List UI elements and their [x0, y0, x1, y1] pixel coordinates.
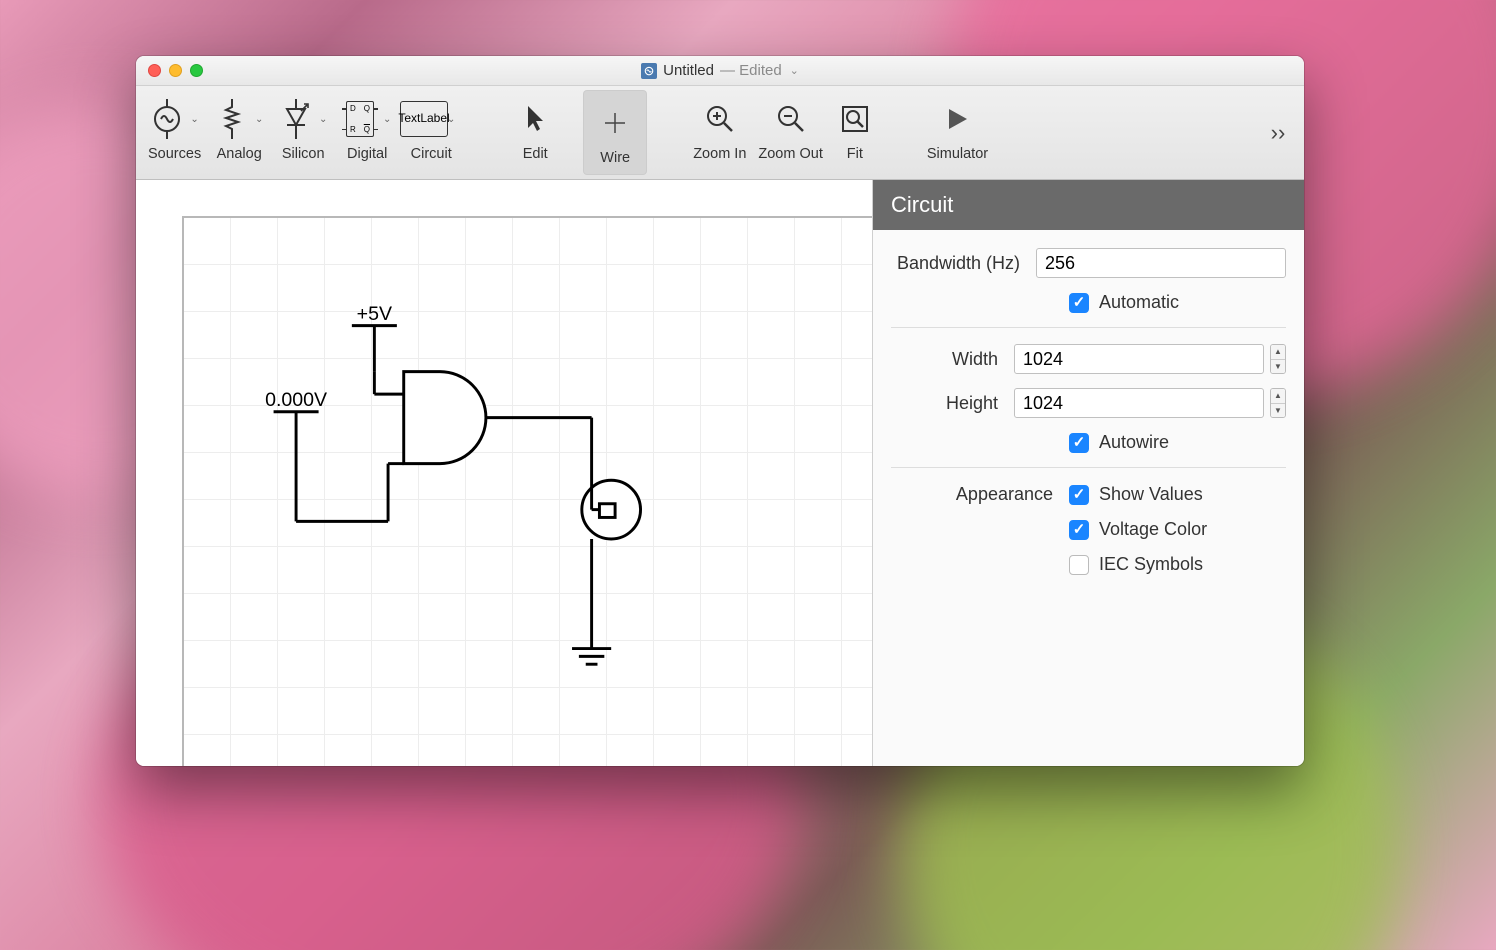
document-icon: [641, 63, 657, 79]
zoom-out-icon: [774, 102, 808, 136]
cursor-icon: [518, 102, 552, 136]
analog-label: Analog: [217, 146, 262, 162]
wire-button[interactable]: Wire: [583, 90, 647, 175]
fit-button[interactable]: Fit: [829, 86, 881, 179]
text-label-icon: TextLabel: [407, 102, 441, 136]
circuit-diagram: +5V 0.000V: [184, 218, 872, 766]
chip-icon: D Q R Q: [343, 102, 377, 136]
meter-label: 0.000V: [265, 389, 327, 411]
iec-label: IEC Symbols: [1099, 554, 1203, 575]
inspector-panel: Circuit Bandwidth (Hz) Automatic: [872, 180, 1304, 766]
bandwidth-label: Bandwidth (Hz): [891, 253, 1036, 274]
play-icon: [940, 102, 974, 136]
show-values-checkbox[interactable]: [1069, 485, 1089, 505]
zoom-out-button[interactable]: Zoom Out: [752, 86, 828, 179]
chevron-down-icon: ⌄: [190, 114, 198, 125]
title-dropdown-icon[interactable]: ⌄: [790, 64, 799, 77]
automatic-label: Automatic: [1099, 292, 1179, 313]
width-input[interactable]: [1014, 344, 1264, 374]
toolbar-overflow-button[interactable]: ››: [1258, 86, 1298, 179]
close-button[interactable]: [148, 64, 161, 77]
digital-label: Digital: [347, 146, 387, 162]
app-window: Untitled — Edited ⌄ ⌄ Sources ⌄ Analog: [136, 56, 1304, 766]
automatic-checkbox[interactable]: [1069, 293, 1089, 313]
voltage-color-checkbox[interactable]: [1069, 520, 1089, 540]
digital-button[interactable]: D Q R Q ⌄ Digital: [335, 86, 399, 179]
chevron-down-icon: ⌄: [447, 114, 455, 125]
height-stepper[interactable]: ▲▼: [1270, 388, 1286, 418]
chevron-down-icon: ⌄: [255, 114, 263, 125]
zoom-out-label: Zoom Out: [758, 146, 822, 162]
minimize-button[interactable]: [169, 64, 182, 77]
autowire-checkbox[interactable]: [1069, 433, 1089, 453]
chevron-double-right-icon: ››: [1271, 120, 1286, 146]
autowire-label: Autowire: [1099, 432, 1169, 453]
maximize-button[interactable]: [190, 64, 203, 77]
simulator-label: Simulator: [927, 146, 988, 162]
canvas[interactable]: +5V 0.000V: [136, 180, 872, 766]
circuit-button[interactable]: TextLabel ⌄ Circuit: [399, 86, 463, 179]
canvas-grid: +5V 0.000V: [182, 216, 872, 766]
zoom-fit-icon: [838, 102, 872, 136]
width-stepper[interactable]: ▲▼: [1270, 344, 1286, 374]
chevron-down-icon: ⌄: [383, 114, 391, 125]
document-status: — Edited: [720, 62, 782, 79]
silicon-button[interactable]: ⌄ Silicon: [271, 86, 335, 179]
analog-button[interactable]: ⌄ Analog: [207, 86, 271, 179]
edit-button[interactable]: Edit: [503, 86, 567, 179]
silicon-label: Silicon: [282, 146, 325, 162]
content-area: +5V 0.000V: [136, 180, 1304, 766]
zoom-in-button[interactable]: Zoom In: [687, 86, 752, 179]
iec-checkbox[interactable]: [1069, 555, 1089, 575]
resistor-icon: [215, 102, 249, 136]
document-title: Untitled: [663, 62, 714, 79]
simulator-button[interactable]: Simulator: [921, 86, 994, 179]
circuit-label: Circuit: [411, 146, 452, 162]
wire-label: Wire: [600, 150, 630, 166]
titlebar: Untitled — Edited ⌄: [136, 56, 1304, 86]
toolbar: ⌄ Sources ⌄ Analog ⌄ Silicon: [136, 86, 1304, 180]
bandwidth-input[interactable]: [1036, 248, 1286, 278]
sources-label: Sources: [148, 146, 201, 162]
voltage-color-label: Voltage Color: [1099, 519, 1207, 540]
diode-icon: [279, 102, 313, 136]
width-label: Width: [891, 349, 1014, 370]
sources-icon: [150, 102, 184, 136]
sources-button[interactable]: ⌄ Sources: [142, 86, 207, 179]
inspector-header: Circuit: [873, 180, 1304, 230]
window-controls: [148, 64, 203, 77]
fit-label: Fit: [847, 146, 863, 162]
show-values-label: Show Values: [1099, 484, 1203, 505]
plus-icon: [598, 106, 632, 140]
zoom-in-icon: [703, 102, 737, 136]
edit-label: Edit: [523, 146, 548, 162]
supply-voltage-label: +5V: [357, 303, 392, 325]
height-label: Height: [891, 393, 1014, 414]
height-input[interactable]: [1014, 388, 1264, 418]
chevron-down-icon: ⌄: [319, 114, 327, 125]
zoom-in-label: Zoom In: [693, 146, 746, 162]
appearance-label: Appearance: [891, 484, 1069, 505]
